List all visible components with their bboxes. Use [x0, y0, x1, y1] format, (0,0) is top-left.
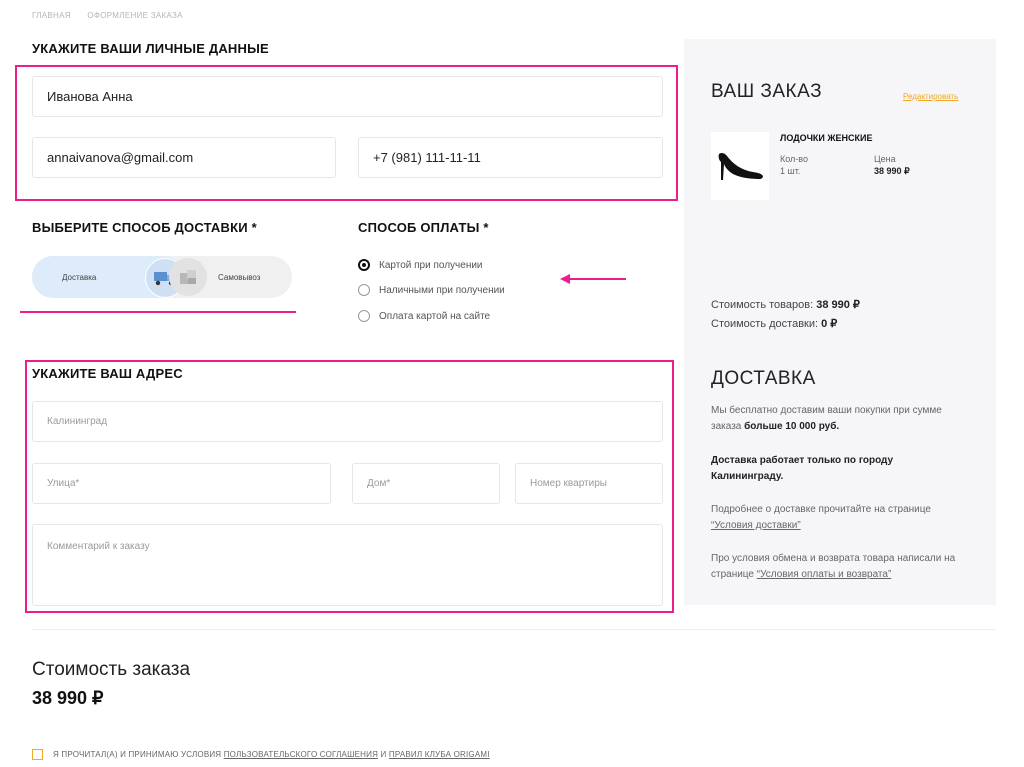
goods-cost: Стоимость товаров: 38 990 ₽: [711, 299, 860, 311]
phone-field[interactable]: +7 (981) 111-11-11: [358, 137, 663, 178]
radio-selected-icon[interactable]: [358, 259, 370, 271]
delivery-info-p3: Подробнее о доставке прочитайте на стран…: [711, 504, 931, 531]
delivery-option-courier-label: Доставка: [62, 273, 97, 282]
total-label: Стоимость заказа: [32, 659, 191, 680]
shoe-icon: [718, 152, 763, 180]
comment-textarea[interactable]: Комментарий к заказу: [32, 524, 663, 606]
agreement-row: Я ПРОЧИТАЛ(А) И ПРИНИМАЮ УСЛОВИЯ ПОЛЬЗОВ…: [32, 749, 490, 760]
delivery-underline-highlight: [20, 311, 296, 313]
user-agreement-link[interactable]: ПОЛЬЗОВАТЕЛЬСКОГО СОГЛАШЕНИЯ: [224, 750, 378, 759]
delivery-info-p1: Мы бесплатно доставим ваши покупки при с…: [711, 405, 942, 432]
product-qty: Кол-во 1 шт.: [780, 154, 808, 176]
breadcrumb-checkout: ОФОРМЛЕНИЕ ЗАКАЗА: [87, 11, 183, 20]
name-field[interactable]: Иванова Анна: [32, 76, 663, 117]
apartment-input[interactable]: Номер квартиры: [515, 463, 663, 504]
delivery-cost: Стоимость доставки: 0 ₽: [711, 318, 838, 330]
street-input[interactable]: Улица*: [32, 463, 331, 504]
radio-empty-icon[interactable]: [358, 310, 370, 322]
arrow-left-icon: [560, 274, 626, 284]
address-title: УКАЖИТЕ ВАШ АДРЕС: [32, 366, 183, 381]
breadcrumb: ГЛАВНАЯ ОФОРМЛЕНИЕ ЗАКАЗА: [32, 11, 197, 20]
payment-option-cash[interactable]: Наличными при получении: [358, 284, 505, 296]
divider: [32, 629, 996, 630]
house-input[interactable]: Дом*: [352, 463, 500, 504]
delivery-method-title: ВЫБЕРИТЕ СПОСОБ ДОСТАВКИ *: [32, 220, 257, 235]
delivery-info-p4: Про условия обмена и возврата товара нап…: [711, 553, 956, 580]
delivery-info-title: ДОСТАВКА: [711, 368, 816, 389]
order-title: ВАШ ЗАКАЗ: [711, 81, 823, 102]
breadcrumb-home[interactable]: ГЛАВНАЯ: [32, 11, 71, 20]
personal-data-title: УКАЖИТЕ ВАШИ ЛИЧНЫЕ ДАННЫЕ: [32, 41, 269, 56]
payment-option-card-on-delivery[interactable]: Картой при получении: [358, 259, 483, 271]
city-field[interactable]: Калининград: [32, 401, 663, 442]
payment-method-title: СПОСОБ ОПЛАТЫ *: [358, 220, 489, 235]
email-field[interactable]: annaivanova@gmail.com: [32, 137, 336, 178]
total-value: 38 990 ₽: [32, 688, 104, 708]
order-summary-panel: ВАШ ЗАКАЗ Редактировать ЛОДОЧКИ ЖЕНСКИЕ …: [684, 39, 996, 605]
delivery-info-p2: Доставка работает только по городу Калин…: [711, 455, 894, 482]
radio-empty-icon[interactable]: [358, 284, 370, 296]
product-image: [711, 132, 769, 200]
payment-option-online-card[interactable]: Оплата картой на сайте: [358, 310, 490, 322]
agreement-checkbox[interactable]: [32, 749, 43, 760]
pickup-box-icon: [169, 258, 207, 296]
delivery-terms-link[interactable]: “Условия доставки”: [711, 520, 801, 531]
edit-order-link[interactable]: Редактировать: [903, 92, 958, 101]
delivery-method-toggle[interactable]: Доставка Самовывоз: [32, 256, 292, 298]
payment-return-terms-link[interactable]: “Условия оплаты и возврата”: [757, 569, 892, 580]
delivery-option-pickup-label[interactable]: Самовывоз: [218, 273, 260, 282]
product-price: Цена 38 990 ₽: [874, 154, 910, 176]
product-name: ЛОДОЧКИ ЖЕНСКИЕ: [780, 133, 873, 143]
club-rules-link[interactable]: ПРАВИЛ КЛУБА ORIGAMI: [389, 750, 490, 759]
